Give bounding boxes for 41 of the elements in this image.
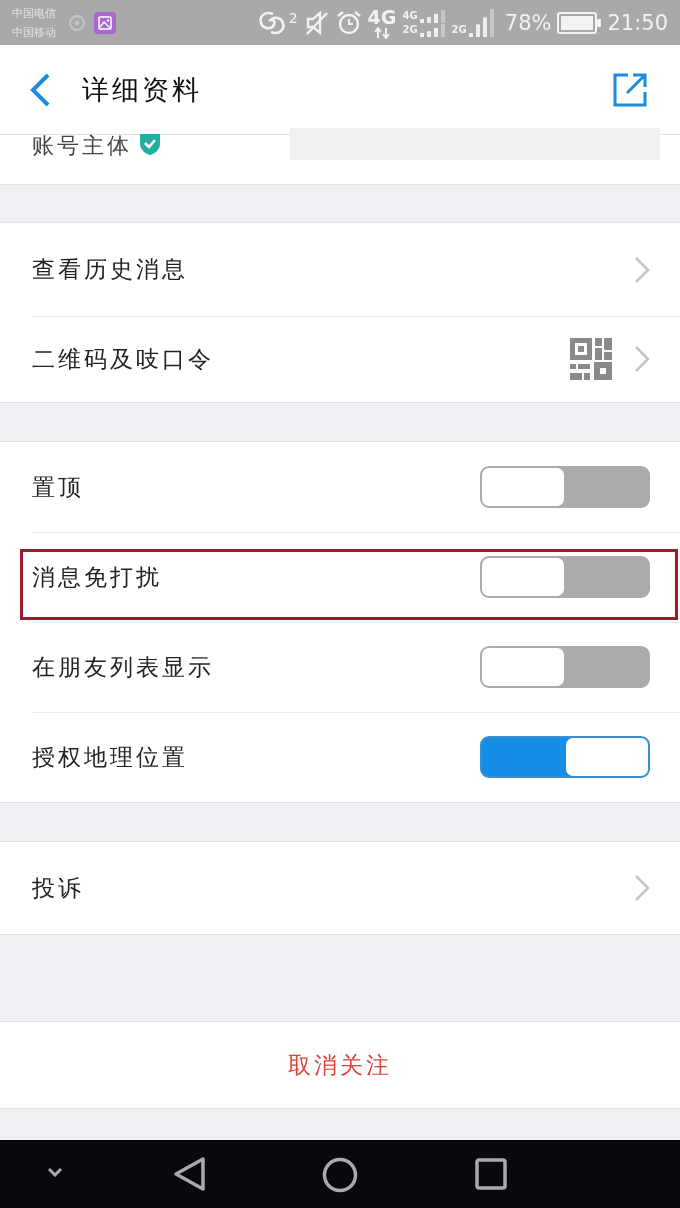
signal-bars-icon <box>419 23 446 37</box>
setting-label: 授权地理位置 <box>32 742 188 772</box>
network-label: 4G <box>402 8 418 23</box>
chevron-right-icon <box>634 255 650 284</box>
home-circle-icon[interactable] <box>322 1157 358 1193</box>
chevron-down-icon[interactable] <box>47 1167 63 1177</box>
list-item[interactable]: 查看历史消息 <box>0 223 680 316</box>
clock-time: 21:50 <box>607 10 668 35</box>
list-item[interactable]: 投诉 <box>0 842 680 934</box>
signal-bars-icon <box>468 8 495 37</box>
battery-percent: 78% <box>504 10 552 35</box>
network-label: 2G <box>402 22 418 37</box>
recents-square-icon[interactable] <box>475 1158 507 1190</box>
chevron-right-icon <box>634 345 650 373</box>
page-title: 详细资料 <box>82 72 202 107</box>
alarm-clock-icon <box>335 9 362 36</box>
toggle-switch[interactable] <box>480 556 650 598</box>
setting-label: 置顶 <box>32 472 84 502</box>
muted-speaker-icon <box>303 9 330 36</box>
toggle-switch[interactable] <box>480 466 650 508</box>
gallery-icon <box>94 11 116 34</box>
toggle-switch[interactable] <box>480 646 650 688</box>
toggle-switch[interactable] <box>480 736 650 778</box>
circle-icon <box>68 13 86 32</box>
share-icon[interactable] <box>612 71 648 108</box>
qr-code-icon <box>570 338 612 380</box>
back-icon[interactable] <box>28 71 52 108</box>
list-item[interactable]: 二维码及吱口令 <box>0 316 680 402</box>
signal-bars-icon <box>419 9 446 23</box>
back-triangle-icon[interactable] <box>172 1156 206 1192</box>
network-label: 2G <box>451 22 467 37</box>
network-label: 4G <box>367 6 397 27</box>
setting-label: 消息免打扰 <box>32 562 162 592</box>
row-label: 账号主体 <box>32 132 132 160</box>
battery-icon <box>557 11 602 34</box>
unfollow-button[interactable]: 取消关注 <box>0 1021 680 1109</box>
badge-number: 2 <box>288 9 298 26</box>
setting-label: 在朋友列表显示 <box>32 652 214 682</box>
chevron-right-icon <box>634 874 650 902</box>
data-arrows-icon <box>374 26 390 39</box>
swirl-icon <box>256 9 287 36</box>
